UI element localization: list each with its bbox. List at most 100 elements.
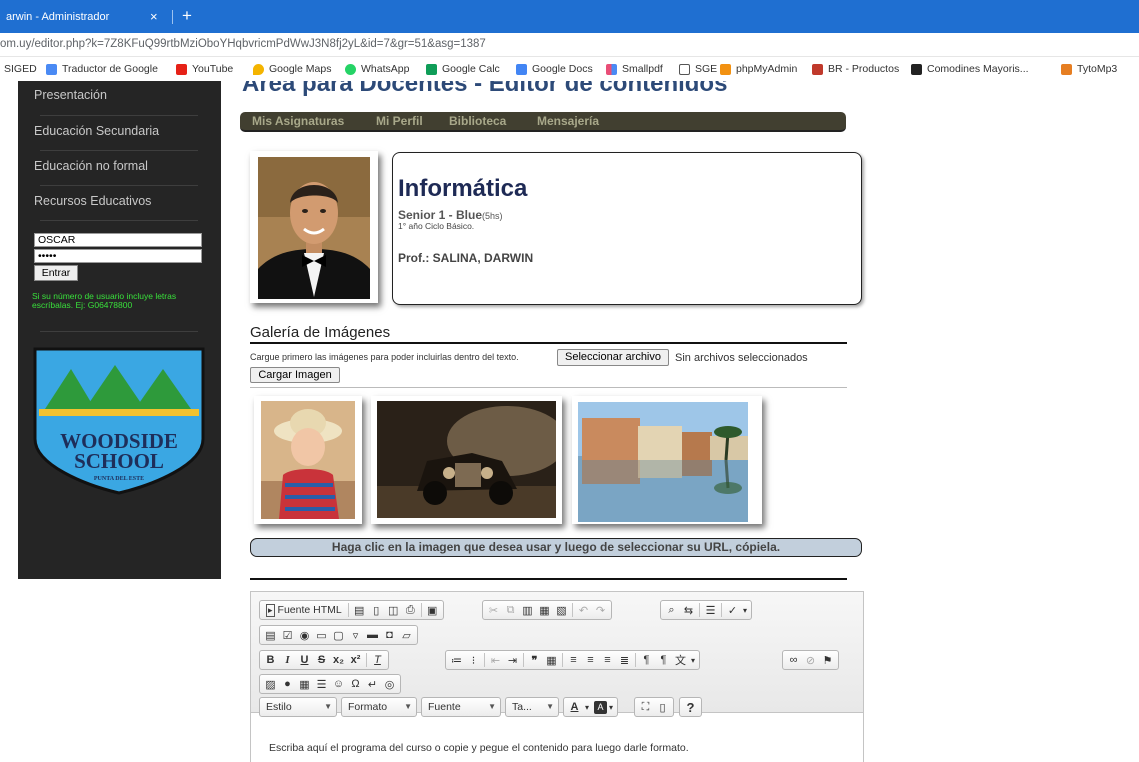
preview-icon[interactable]: ◫ [385, 602, 402, 619]
superscript-icon[interactable]: x² [347, 652, 364, 669]
bookmark-whatsapp[interactable]: WhatsApp [345, 63, 409, 75]
horizontal-line-icon[interactable]: ☰ [313, 676, 330, 693]
help-icon[interactable]: ? [682, 699, 699, 716]
div-container-icon[interactable]: ▦ [543, 652, 560, 669]
underline-icon[interactable]: U [296, 652, 313, 669]
bookmark-br-productos[interactable]: BR - Productos [812, 63, 899, 75]
find-icon[interactable]: ⌕ [663, 602, 680, 619]
text-color-icon[interactable]: A [566, 699, 583, 716]
save-icon[interactable]: ▤ [351, 602, 368, 619]
new-page-icon[interactable]: ▯ [368, 602, 385, 619]
page-break-icon[interactable]: ↵ [364, 676, 381, 693]
italic-icon[interactable]: I [279, 652, 296, 669]
bookmark-comodines[interactable]: Comodines Mayoris... [911, 63, 1029, 75]
redo-icon[interactable]: ↷ [592, 602, 609, 619]
bold-icon[interactable]: B [262, 652, 279, 669]
checkbox-icon[interactable]: ☑ [279, 627, 296, 644]
hidden-field-icon[interactable]: ▱ [398, 627, 415, 644]
form-icon[interactable]: ▤ [262, 627, 279, 644]
align-center-icon[interactable]: ≡ [582, 652, 599, 669]
bookmark-siged[interactable]: SIGED [4, 63, 37, 75]
address-bar[interactable]: om.uy/editor.php?k=7Z8KFuQ99rtbMziOboYHq… [0, 33, 1139, 57]
nav-biblioteca[interactable]: Biblioteca [449, 114, 506, 128]
gallery-thumb-car[interactable] [371, 396, 562, 524]
button-field-icon[interactable]: ▬ [364, 627, 381, 644]
nav-mensajeria[interactable]: Mensajería [537, 114, 599, 128]
bookmark-docs[interactable]: Google Docs [516, 63, 593, 75]
tab-close-icon[interactable]: × [150, 3, 158, 31]
source-html-button[interactable]: ▸ Fuente HTML [262, 602, 346, 619]
strike-icon[interactable]: S [313, 652, 330, 669]
special-char-icon[interactable]: Ω [347, 676, 364, 693]
radio-icon[interactable]: ◉ [296, 627, 313, 644]
sidebar-item-no-formal[interactable]: Educación no formal [34, 159, 148, 173]
upload-image-button[interactable]: Cargar Imagen [250, 367, 340, 383]
format-dropdown[interactable]: Formato ▼ [341, 697, 417, 717]
style-dropdown[interactable]: Estilo ▼ [259, 697, 337, 717]
show-blocks-icon[interactable]: ▯ [654, 699, 671, 716]
bookmark-tytomp3[interactable]: TytoMp3 [1061, 63, 1117, 75]
sidebar-item-presentacion[interactable]: Presentación [34, 88, 107, 102]
bookmark-phpmyadmin[interactable]: phpMyAdmin [720, 63, 797, 75]
bookmark-youtube[interactable]: YouTube [176, 63, 233, 75]
editor-content[interactable]: Escriba aquí el programa del curso o cop… [269, 742, 689, 754]
url-text[interactable]: om.uy/editor.php?k=7Z8KFuQ99rtbMziOboYHq… [0, 38, 486, 50]
chevron-down-icon[interactable]: ▾ [741, 602, 749, 619]
paste-icon[interactable]: ▥ [519, 602, 536, 619]
gallery-thumb-city[interactable] [572, 396, 762, 524]
login-button[interactable]: Entrar [34, 265, 78, 281]
text-field-icon[interactable]: ▭ [313, 627, 330, 644]
bookmark-sge[interactable]: SGE [679, 63, 717, 75]
font-dropdown[interactable]: Fuente ▼ [421, 697, 501, 717]
maximize-icon[interactable]: ⛶ [637, 699, 654, 716]
size-dropdown[interactable]: Ta... ▼ [505, 697, 559, 717]
select-all-icon[interactable]: ☰ [702, 602, 719, 619]
select-file-button[interactable]: Seleccionar archivo [557, 349, 669, 366]
rtl-icon[interactable]: ¶ [655, 652, 672, 669]
cut-icon[interactable]: ✂ [485, 602, 502, 619]
image-icon[interactable]: ▨ [262, 676, 279, 693]
link-icon[interactable]: ∞ [785, 652, 802, 669]
nav-mis-asignaturas[interactable]: Mis Asignaturas [252, 114, 344, 128]
background-color-icon[interactable]: A [594, 700, 607, 714]
paste-word-icon[interactable]: ▧ [553, 602, 570, 619]
align-left-icon[interactable]: ≡ [565, 652, 582, 669]
gallery-thumb-baby[interactable] [254, 396, 362, 524]
indent-icon[interactable]: ⇥ [504, 652, 521, 669]
subscript-icon[interactable]: x₂ [330, 652, 347, 669]
spellcheck-icon[interactable]: ✓ [724, 602, 741, 619]
bookmark-maps[interactable]: Google Maps [253, 63, 331, 75]
iframe-icon[interactable]: ◎ [381, 676, 398, 693]
copy-icon[interactable]: ⧉ [502, 602, 519, 619]
password-input[interactable]: ••••• [34, 249, 202, 263]
chevron-down-icon[interactable]: ▾ [583, 699, 591, 716]
sidebar-item-secundaria[interactable]: Educación Secundaria [34, 124, 159, 138]
nav-mi-perfil[interactable]: Mi Perfil [376, 114, 423, 128]
textarea-icon[interactable]: ▢ [330, 627, 347, 644]
table-icon[interactable]: ▦ [296, 676, 313, 693]
select-field-icon[interactable]: ▿ [347, 627, 364, 644]
image-button-icon[interactable]: ◘ [381, 627, 398, 644]
chevron-down-icon[interactable]: ▾ [607, 699, 615, 716]
bookmark-translate[interactable]: Traductor de Google [46, 63, 158, 75]
language-icon[interactable]: 文 [672, 652, 689, 669]
align-right-icon[interactable]: ≡ [599, 652, 616, 669]
blockquote-icon[interactable]: ❞ [526, 652, 543, 669]
paste-text-icon[interactable]: ▦ [536, 602, 553, 619]
chevron-down-icon[interactable]: ▾ [689, 652, 697, 669]
bookmark-smallpdf[interactable]: Smallpdf [606, 63, 663, 75]
ltr-icon[interactable]: ¶ [638, 652, 655, 669]
remove-format-icon[interactable]: T [369, 652, 386, 669]
undo-icon[interactable]: ↶ [575, 602, 592, 619]
flash-icon[interactable]: ● [279, 676, 296, 693]
bullet-list-icon[interactable]: ⁝ [465, 652, 482, 669]
numbered-list-icon[interactable]: ≔ [448, 652, 465, 669]
anchor-flag-icon[interactable]: ⚑ [819, 652, 836, 669]
unlink-icon[interactable]: ⊘ [802, 652, 819, 669]
new-tab-button[interactable]: + [182, 4, 192, 28]
outdent-icon[interactable]: ⇤ [487, 652, 504, 669]
browser-tab[interactable]: arwin - Administrador × [0, 3, 172, 33]
print-icon[interactable]: ⎙ [402, 602, 419, 619]
smiley-icon[interactable]: ☺ [330, 676, 347, 693]
replace-icon[interactable]: ⇆ [680, 602, 697, 619]
